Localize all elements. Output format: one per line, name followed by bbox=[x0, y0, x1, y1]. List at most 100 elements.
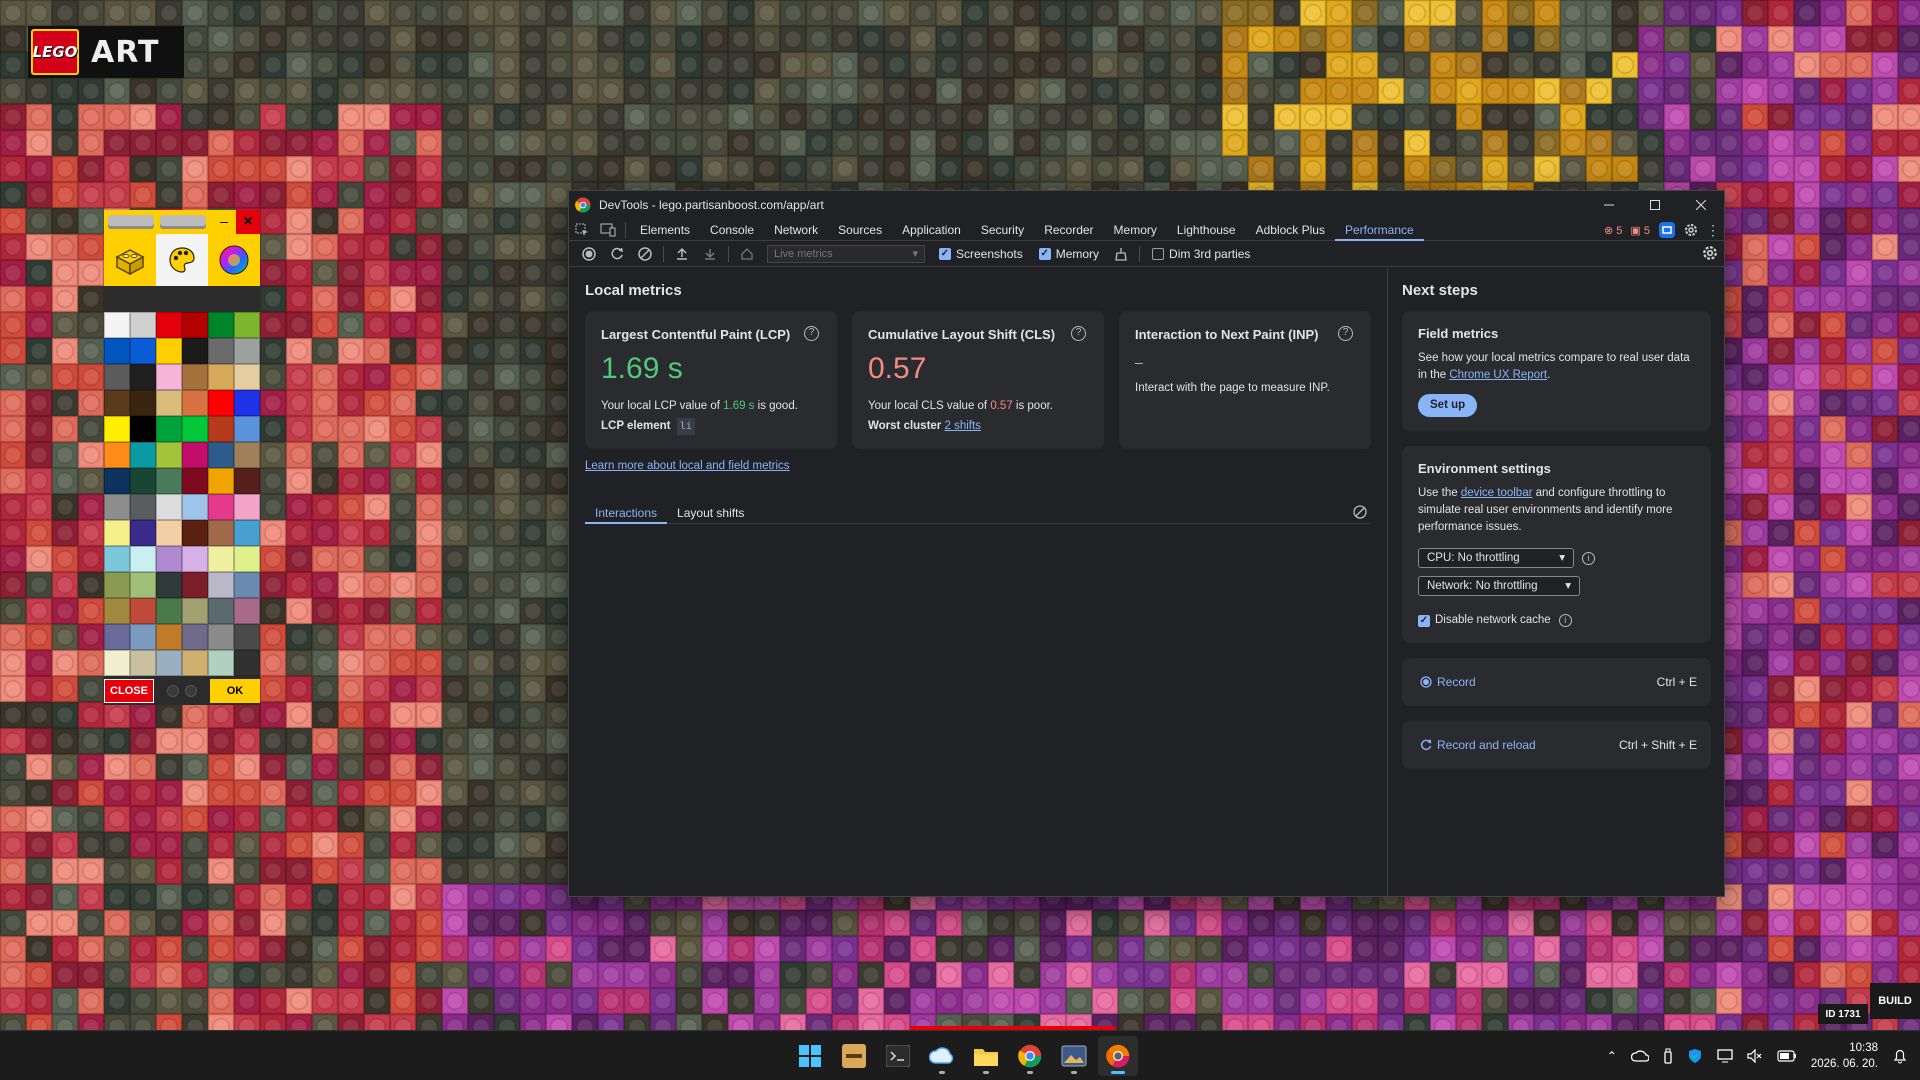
tab-security[interactable]: Security bbox=[971, 219, 1034, 241]
minimize-button[interactable]: – bbox=[214, 212, 234, 232]
dim-3rd-parties-checkbox[interactable]: Dim 3rd parties bbox=[1152, 247, 1250, 261]
color-swatch[interactable] bbox=[234, 494, 260, 520]
minimize-window-button[interactable] bbox=[1586, 191, 1632, 219]
color-swatch[interactable] bbox=[156, 572, 182, 598]
color-swatch[interactable] bbox=[208, 416, 234, 442]
photos-app-button[interactable] bbox=[1054, 1036, 1094, 1076]
color-swatch[interactable] bbox=[130, 416, 156, 442]
maximize-window-button[interactable] bbox=[1632, 191, 1678, 219]
color-swatch[interactable] bbox=[234, 468, 260, 494]
cpu-throttling-select[interactable]: CPU: No throttling ▾ bbox=[1418, 548, 1574, 568]
tab-adblock-plus[interactable]: Adblock Plus bbox=[1246, 219, 1335, 241]
color-wheel-mode-button[interactable] bbox=[208, 234, 260, 286]
sonos-app-button[interactable] bbox=[834, 1036, 874, 1076]
color-swatch[interactable] bbox=[234, 390, 260, 416]
record-action[interactable]: Record Ctrl + E bbox=[1402, 658, 1711, 706]
color-swatch[interactable] bbox=[208, 572, 234, 598]
color-swatch[interactable] bbox=[130, 338, 156, 364]
color-swatch[interactable] bbox=[208, 338, 234, 364]
record-button[interactable] bbox=[575, 241, 603, 267]
color-swatch[interactable] bbox=[156, 364, 182, 390]
build-button[interactable]: BUILD bbox=[1870, 983, 1920, 1019]
color-swatch[interactable] bbox=[104, 624, 130, 650]
color-swatch[interactable] bbox=[182, 312, 208, 338]
color-swatch[interactable] bbox=[104, 598, 130, 624]
color-swatch[interactable] bbox=[208, 546, 234, 572]
clear-button[interactable] bbox=[631, 241, 659, 267]
color-swatch[interactable] bbox=[234, 598, 260, 624]
color-swatch[interactable] bbox=[104, 468, 130, 494]
color-swatch[interactable] bbox=[234, 520, 260, 546]
chevron-up-icon[interactable]: ⌃ bbox=[1607, 1049, 1617, 1063]
record-and-reload-action[interactable]: Record and reload Ctrl + Shift + E bbox=[1402, 721, 1711, 769]
color-swatch[interactable] bbox=[130, 442, 156, 468]
color-swatch[interactable] bbox=[208, 468, 234, 494]
color-swatch[interactable] bbox=[234, 546, 260, 572]
color-swatch[interactable] bbox=[156, 312, 182, 338]
color-swatch[interactable] bbox=[156, 338, 182, 364]
color-swatch[interactable] bbox=[156, 416, 182, 442]
color-swatch[interactable] bbox=[234, 624, 260, 650]
color-swatch[interactable] bbox=[104, 650, 130, 676]
color-swatch[interactable] bbox=[130, 624, 156, 650]
color-swatch[interactable] bbox=[130, 364, 156, 390]
tab-console[interactable]: Console bbox=[700, 219, 764, 241]
tab-application[interactable]: Application bbox=[892, 219, 971, 241]
window-title-bar[interactable]: DevTools - lego.partisanboost.com/app/ar… bbox=[569, 191, 1724, 219]
color-swatch[interactable] bbox=[208, 520, 234, 546]
issue-count-badge[interactable]: ▣ 5 bbox=[1630, 224, 1650, 237]
color-swatch[interactable] bbox=[234, 416, 260, 442]
color-swatch[interactable] bbox=[182, 416, 208, 442]
close-button[interactable]: CLOSE bbox=[104, 679, 154, 703]
color-swatch[interactable] bbox=[182, 598, 208, 624]
inspect-element-button[interactable] bbox=[569, 219, 595, 241]
color-swatch[interactable] bbox=[104, 338, 130, 364]
ok-button[interactable]: OK bbox=[210, 679, 260, 703]
live-metrics-select[interactable]: Live metrics ▾ bbox=[767, 244, 925, 263]
tab-lighthouse[interactable]: Lighthouse bbox=[1167, 219, 1246, 241]
color-swatch[interactable] bbox=[182, 338, 208, 364]
usb-drive-icon[interactable] bbox=[1663, 1048, 1673, 1064]
network-throttling-select[interactable]: Network: No throttling ▾ bbox=[1418, 576, 1580, 596]
color-swatch[interactable] bbox=[182, 520, 208, 546]
drag-handle[interactable] bbox=[160, 215, 206, 229]
color-swatch[interactable] bbox=[130, 390, 156, 416]
device-toolbar-link[interactable]: device toolbar bbox=[1461, 487, 1533, 499]
chrome-ux-report-link[interactable]: Chrome UX Report bbox=[1449, 369, 1547, 381]
color-swatch[interactable] bbox=[156, 598, 182, 624]
color-swatch[interactable] bbox=[104, 364, 130, 390]
color-swatch[interactable] bbox=[104, 520, 130, 546]
color-swatch[interactable] bbox=[234, 572, 260, 598]
color-swatch[interactable] bbox=[208, 442, 234, 468]
color-swatch[interactable] bbox=[130, 494, 156, 520]
setup-button[interactable]: Set up bbox=[1418, 394, 1478, 417]
tab-memory[interactable]: Memory bbox=[1104, 219, 1167, 241]
color-swatch[interactable] bbox=[156, 520, 182, 546]
capture-settings-gear-icon[interactable] bbox=[1702, 245, 1718, 261]
color-swatch[interactable] bbox=[234, 364, 260, 390]
display-icon[interactable] bbox=[1717, 1049, 1733, 1063]
disable-cache-checkbox[interactable]: ✓ Disable network cache bbox=[1418, 612, 1551, 629]
color-swatch[interactable] bbox=[234, 650, 260, 676]
speaker-muted-icon[interactable] bbox=[1747, 1049, 1763, 1063]
more-options-icon[interactable]: ⋮ bbox=[1706, 222, 1720, 239]
tab-interactions[interactable]: Interactions bbox=[585, 502, 668, 524]
tab-layout-shifts[interactable]: Layout shifts bbox=[667, 502, 754, 524]
color-swatch[interactable] bbox=[130, 598, 156, 624]
color-swatch[interactable] bbox=[208, 390, 234, 416]
color-swatch[interactable] bbox=[104, 312, 130, 338]
page-dot[interactable] bbox=[167, 685, 179, 697]
color-swatch[interactable] bbox=[156, 442, 182, 468]
palette-title-bar[interactable]: – × bbox=[104, 210, 260, 234]
color-swatch[interactable] bbox=[130, 312, 156, 338]
color-swatch[interactable] bbox=[182, 442, 208, 468]
start-button[interactable] bbox=[790, 1036, 830, 1076]
cloud-sync-icon[interactable] bbox=[1630, 1049, 1649, 1063]
color-swatch[interactable] bbox=[130, 546, 156, 572]
color-swatch[interactable] bbox=[182, 468, 208, 494]
help-icon[interactable]: ? bbox=[1071, 326, 1086, 341]
color-swatch[interactable] bbox=[156, 650, 182, 676]
cloud-app-button[interactable] bbox=[922, 1036, 962, 1076]
info-icon[interactable]: i bbox=[1558, 614, 1572, 627]
color-swatch[interactable] bbox=[130, 520, 156, 546]
